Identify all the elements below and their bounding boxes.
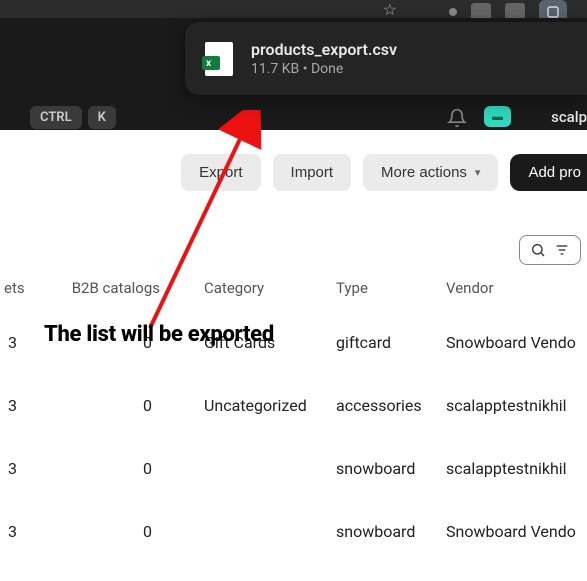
table-row[interactable]: 3 0 snowboard Snowboard Vendo bbox=[0, 500, 587, 563]
export-button[interactable]: Export bbox=[181, 154, 260, 191]
more-actions-label: More actions bbox=[381, 164, 467, 181]
cell-vendor: Snowboard Vendo bbox=[442, 333, 587, 352]
col-header-ets[interactable]: ets bbox=[0, 279, 40, 297]
download-meta: 11.7 KB • Done bbox=[251, 61, 397, 77]
search-filter-button[interactable] bbox=[519, 235, 581, 265]
search-filter-bar bbox=[0, 215, 587, 279]
cell-ets: 3 bbox=[0, 459, 40, 478]
col-header-category[interactable]: Category bbox=[200, 279, 332, 297]
browser-chrome-strip: ☆ bbox=[0, 0, 587, 18]
cell-b2b: 0 bbox=[40, 396, 200, 415]
cell-category bbox=[200, 522, 332, 541]
table-row[interactable]: 3 0 snowboard scalapptestnikhil bbox=[0, 437, 587, 500]
cell-type: giftcard bbox=[332, 333, 442, 352]
search-icon bbox=[530, 242, 546, 258]
brand-badge[interactable]: ▬ bbox=[484, 106, 511, 127]
notification-bell-icon[interactable] bbox=[447, 108, 467, 132]
table-row[interactable]: 3 0 Uncategorized accessories scalapptes… bbox=[0, 374, 587, 437]
add-product-button[interactable]: Add pro bbox=[510, 154, 587, 191]
cell-ets: 3 bbox=[0, 333, 40, 352]
cell-b2b: 0 bbox=[40, 522, 200, 541]
col-header-type[interactable]: Type bbox=[332, 279, 442, 297]
cell-ets: 3 bbox=[0, 396, 40, 415]
more-actions-button[interactable]: More actions ▾ bbox=[363, 154, 498, 191]
download-filename: products_export.csv bbox=[251, 40, 397, 59]
cell-ets: 3 bbox=[0, 522, 40, 541]
cell-type: snowboard bbox=[332, 459, 442, 478]
ctrl-key: CTRL bbox=[30, 106, 82, 129]
col-header-b2b[interactable]: B2B catalogs bbox=[40, 279, 200, 297]
download-info: products_export.csv 11.7 KB • Done bbox=[251, 40, 397, 77]
table-header: ets B2B catalogs Category Type Vendor bbox=[0, 279, 587, 311]
action-bar: Export Import More actions ▾ Add pro bbox=[0, 130, 587, 215]
download-notification[interactable]: x products_export.csv 11.7 KB • Done bbox=[185, 22, 587, 95]
cell-vendor: scalapptestnikhil bbox=[442, 396, 587, 415]
cell-category bbox=[200, 459, 332, 478]
cell-b2b: 0 bbox=[40, 459, 200, 478]
search-shortcut[interactable]: CTRL K bbox=[30, 106, 116, 129]
cell-type: snowboard bbox=[332, 522, 442, 541]
cell-vendor: Snowboard Vendo bbox=[442, 522, 587, 541]
filter-icon bbox=[554, 242, 570, 258]
cell-category: Uncategorized bbox=[200, 396, 332, 415]
cell-type: accessories bbox=[332, 396, 442, 415]
chevron-down-icon: ▾ bbox=[475, 166, 481, 179]
annotation-text: The list will be exported bbox=[44, 322, 274, 347]
import-button[interactable]: Import bbox=[273, 154, 352, 191]
brand-text: scalp bbox=[551, 108, 587, 126]
col-header-vendor[interactable]: Vendor bbox=[442, 279, 587, 297]
extension-icon[interactable] bbox=[449, 8, 457, 16]
k-key: K bbox=[88, 106, 116, 129]
bookmark-star-icon[interactable]: ☆ bbox=[383, 0, 397, 19]
csv-file-icon: x bbox=[205, 42, 233, 76]
cell-vendor: scalapptestnikhil bbox=[442, 459, 587, 478]
